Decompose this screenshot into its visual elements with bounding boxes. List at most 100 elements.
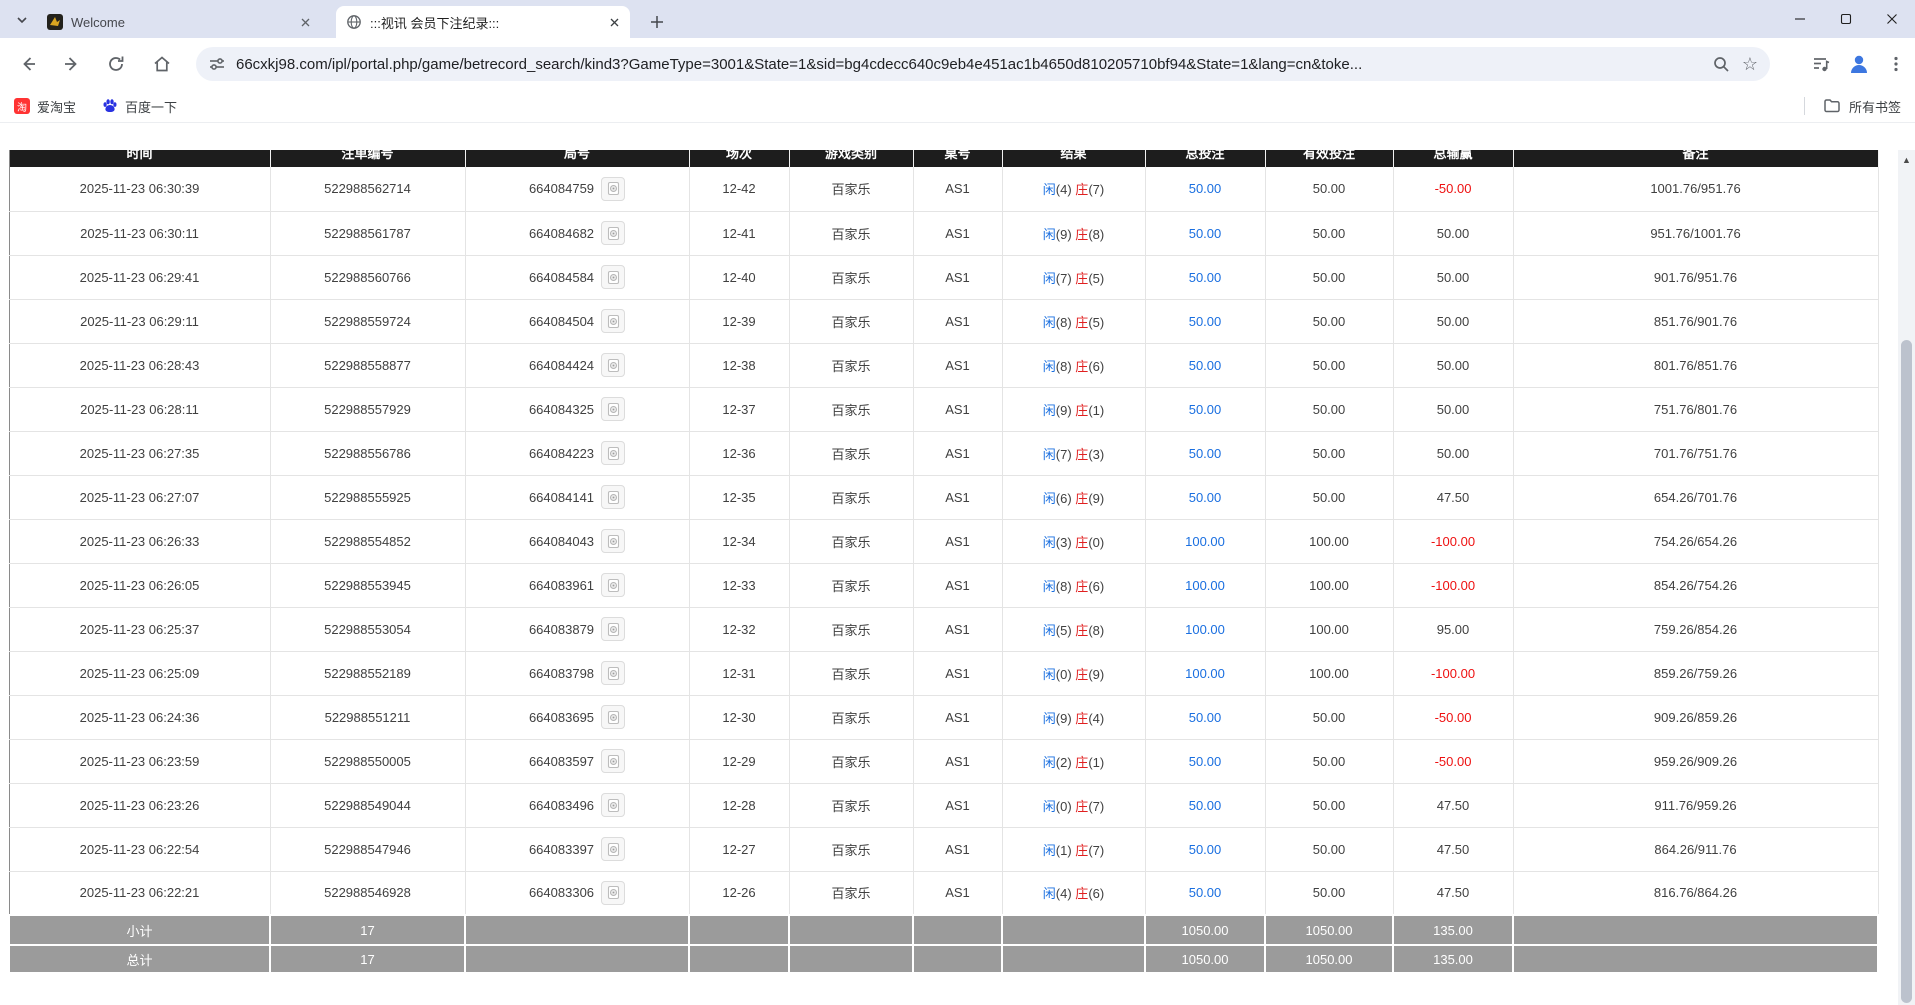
cell-total-bet[interactable]: 50.00 xyxy=(1145,343,1265,387)
close-window-button[interactable] xyxy=(1869,0,1915,38)
cell-table-no: AS1 xyxy=(913,695,1002,739)
bookmark-label: 爱淘宝 xyxy=(37,97,76,116)
cell-total-bet[interactable]: 100.00 xyxy=(1145,607,1265,651)
minimize-button[interactable] xyxy=(1777,0,1823,38)
video-replay-button[interactable] xyxy=(601,749,625,773)
page-scrollbar[interactable]: ▲ xyxy=(1898,150,1915,1005)
home-button[interactable] xyxy=(145,47,179,81)
video-replay-button[interactable] xyxy=(601,485,625,509)
col-header-result: 结果 xyxy=(1002,150,1145,167)
cell-bet-no: 522988553054 xyxy=(270,607,465,651)
cell-win-loss: -50.00 xyxy=(1393,695,1513,739)
video-replay-button[interactable] xyxy=(601,221,625,245)
video-replay-button[interactable] xyxy=(601,617,625,641)
cell-remark: 854.26/754.26 xyxy=(1513,563,1878,607)
cell-total-bet[interactable]: 50.00 xyxy=(1145,211,1265,255)
cell-total-bet[interactable]: 100.00 xyxy=(1145,651,1265,695)
url-bar[interactable]: 66cxkj98.com/ipl/portal.php/game/betreco… xyxy=(196,47,1770,81)
url-text[interactable]: 66cxkj98.com/ipl/portal.php/game/betreco… xyxy=(236,56,1702,73)
cell-total-bet[interactable]: 50.00 xyxy=(1145,783,1265,827)
video-replay-button[interactable] xyxy=(601,837,625,861)
back-button[interactable] xyxy=(11,47,45,81)
forward-button[interactable] xyxy=(55,47,89,81)
result-player-value: (1) xyxy=(1056,843,1076,858)
cell-total-bet[interactable]: 50.00 xyxy=(1145,475,1265,519)
result-banker-value: (1) xyxy=(1088,403,1104,418)
cell-table-no: AS1 xyxy=(913,255,1002,299)
grandtotal-total-bet: 1050.00 xyxy=(1145,945,1265,973)
cell-table-no: AS1 xyxy=(913,475,1002,519)
result-player-value: (9) xyxy=(1056,403,1076,418)
video-replay-button[interactable] xyxy=(601,353,625,377)
tab-close-icon[interactable] xyxy=(297,14,313,30)
table-row: 2025-11-23 06:24:36 522988551211 6640836… xyxy=(9,695,1878,739)
cell-total-bet[interactable]: 50.00 xyxy=(1145,871,1265,915)
video-replay-button[interactable] xyxy=(601,793,625,817)
cell-total-bet[interactable]: 50.00 xyxy=(1145,387,1265,431)
profile-avatar[interactable] xyxy=(1847,52,1871,76)
col-header-win-loss: 总输赢 xyxy=(1393,150,1513,167)
table-row: 2025-11-23 06:25:09 522988552189 6640837… xyxy=(9,651,1878,695)
result-banker-label: 庄 xyxy=(1075,799,1088,814)
video-replay-button[interactable] xyxy=(601,441,625,465)
result-player-value: (0) xyxy=(1056,799,1076,814)
video-replay-button[interactable] xyxy=(601,661,625,685)
all-bookmarks-folder-icon xyxy=(1823,97,1841,115)
zoom-icon[interactable] xyxy=(1712,55,1730,73)
bookmark-aitaobao[interactable]: 淘 爱淘宝 xyxy=(14,97,76,116)
cell-total-bet[interactable]: 50.00 xyxy=(1145,431,1265,475)
page-content: 时间 注单编号 局号 场次 游戏类别 桌号 结果 总投注 有效投注 总输赢 备注… xyxy=(0,123,1915,1005)
site-info-icon[interactable] xyxy=(208,55,226,73)
video-replay-button[interactable] xyxy=(601,705,625,729)
grandtotal-empty-cell xyxy=(465,945,689,973)
cell-win-loss: 50.00 xyxy=(1393,255,1513,299)
bookmark-star-icon[interactable]: ☆ xyxy=(1742,55,1758,73)
menu-dots-icon[interactable] xyxy=(1887,55,1905,73)
cell-total-bet[interactable]: 50.00 xyxy=(1145,739,1265,783)
video-replay-button[interactable] xyxy=(601,573,625,597)
video-replay-button[interactable] xyxy=(601,881,625,905)
cell-total-bet[interactable]: 50.00 xyxy=(1145,167,1265,211)
reload-button[interactable] xyxy=(99,47,133,81)
welcome-favicon-icon xyxy=(47,14,63,30)
media-controls-icon[interactable] xyxy=(1811,54,1831,74)
all-bookmarks-label[interactable]: 所有书签 xyxy=(1849,97,1901,116)
cell-total-bet[interactable]: 100.00 xyxy=(1145,563,1265,607)
video-replay-button[interactable] xyxy=(601,265,625,289)
cell-total-bet[interactable]: 100.00 xyxy=(1145,519,1265,563)
cell-round-no: 664084504 xyxy=(465,299,689,343)
result-player-label: 闲 xyxy=(1043,755,1056,770)
cell-valid-bet: 50.00 xyxy=(1265,343,1393,387)
maximize-button[interactable] xyxy=(1823,0,1869,38)
cell-session: 12-38 xyxy=(689,343,789,387)
tab-bet-records[interactable]: :::视讯 会员下注纪录::: xyxy=(336,6,630,38)
video-replay-button[interactable] xyxy=(601,177,625,201)
scrollbar-thumb[interactable] xyxy=(1901,340,1912,1003)
table-row: 2025-11-23 06:25:37 522988553054 6640838… xyxy=(9,607,1878,651)
result-banker-label: 庄 xyxy=(1075,579,1088,594)
new-tab-button[interactable] xyxy=(644,9,670,35)
scrollbar-up-arrow-icon[interactable]: ▲ xyxy=(1898,152,1915,168)
tab-title: :::视讯 会员下注纪录::: xyxy=(370,13,499,32)
bookmark-baidu[interactable]: 百度一下 xyxy=(102,97,177,116)
tab-search-chevron-icon[interactable] xyxy=(10,8,34,32)
round-no-text: 664084223 xyxy=(529,446,594,461)
result-player-label: 闲 xyxy=(1043,843,1056,858)
video-replay-button[interactable] xyxy=(601,309,625,333)
tab-close-icon[interactable] xyxy=(606,14,622,30)
tab-welcome[interactable]: Welcome xyxy=(37,6,321,38)
video-replay-button[interactable] xyxy=(601,397,625,421)
cell-session: 12-30 xyxy=(689,695,789,739)
cell-total-bet[interactable]: 50.00 xyxy=(1145,299,1265,343)
cell-total-bet[interactable]: 50.00 xyxy=(1145,695,1265,739)
video-replay-button[interactable] xyxy=(601,529,625,553)
cell-total-bet[interactable]: 50.00 xyxy=(1145,255,1265,299)
cell-remark: 951.76/1001.76 xyxy=(1513,211,1878,255)
cell-table-no: AS1 xyxy=(913,211,1002,255)
cell-round-no: 664083798 xyxy=(465,651,689,695)
cell-game-type: 百家乐 xyxy=(789,387,913,431)
cell-total-bet[interactable]: 50.00 xyxy=(1145,827,1265,871)
cell-win-loss: 47.50 xyxy=(1393,827,1513,871)
grandtotal-empty-cell xyxy=(789,945,913,973)
cell-game-type: 百家乐 xyxy=(789,211,913,255)
